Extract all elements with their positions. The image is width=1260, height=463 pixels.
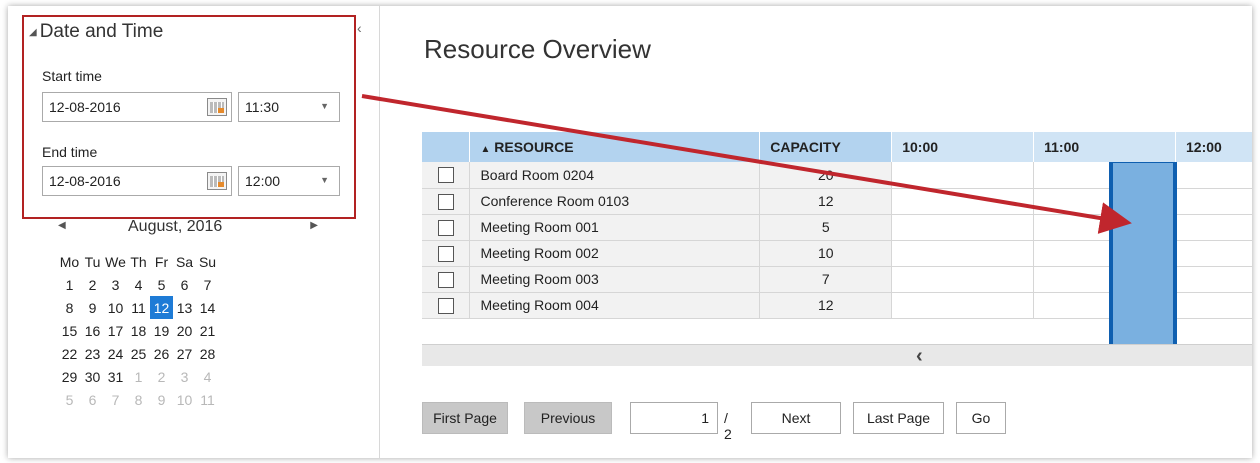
annotation-arrow — [361, 94, 1132, 234]
app-window: ‹ ◢ Date and Time Start time 12-08-2016 … — [8, 6, 1252, 458]
